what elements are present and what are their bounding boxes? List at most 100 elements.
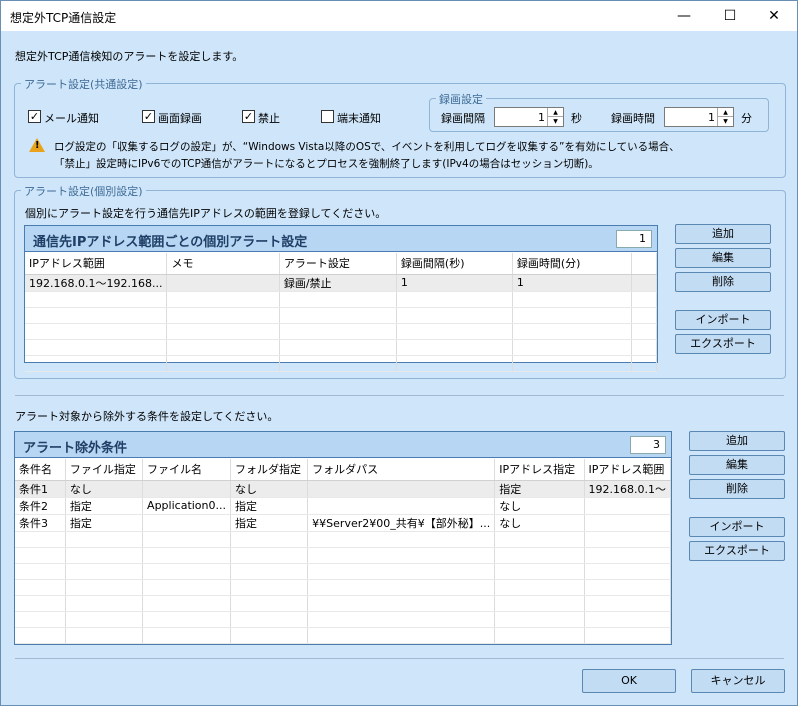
exclude-count: 3 bbox=[630, 436, 666, 454]
table-cell: 指定 bbox=[230, 497, 309, 515]
table-cell: 1 bbox=[512, 274, 632, 292]
individual-panel-title: 通信先IPアドレス範囲ごとの個別アラート設定 bbox=[33, 235, 308, 250]
column-header[interactable]: メモ bbox=[166, 253, 280, 275]
column-header[interactable]: ファイル指定 bbox=[65, 459, 144, 481]
table-cell: 指定 bbox=[494, 480, 585, 498]
record-duration-label: 録画時間 bbox=[611, 112, 655, 125]
table-cell: 録画/禁止 bbox=[279, 274, 397, 292]
spin-up-icon[interactable]: ▲ bbox=[718, 108, 733, 117]
table-row[interactable]: 192.168.0.1～192.168... 録画/禁止 1 1 bbox=[25, 274, 658, 292]
column-header[interactable]: ファイル名 bbox=[142, 459, 231, 481]
exclude-delete-button[interactable]: 削除 bbox=[689, 479, 785, 499]
prohibit-label: 禁止 bbox=[258, 112, 280, 125]
column-header[interactable]: フォルダパス bbox=[307, 459, 496, 481]
table-cell bbox=[307, 480, 496, 498]
table-cell: 条件1 bbox=[15, 480, 66, 498]
column-header[interactable]: 録画時間(分) bbox=[512, 253, 632, 275]
table-row bbox=[15, 595, 671, 612]
spin-up-icon[interactable]: ▲ bbox=[548, 108, 563, 117]
warning-line-2: 「禁止」設定時にIPv6でのTCP通信がアラートになるとプロセスを強制終了します… bbox=[54, 158, 599, 170]
table-cell: 192.168.0.1～ bbox=[584, 480, 671, 498]
table-cell: 指定 bbox=[65, 497, 144, 515]
record-settings-legend: 録画設定 bbox=[436, 91, 486, 107]
exclude-panel-title: アラート除外条件 bbox=[23, 441, 128, 456]
individual-import-button[interactable]: インポート bbox=[675, 310, 771, 330]
table-row[interactable]: 条件3 指定 指定 ¥¥Server2¥00_共有¥【部外秘】... なし bbox=[15, 514, 671, 532]
record-interval-spinner[interactable]: 1 ▲ ▼ bbox=[494, 107, 564, 127]
table-cell: なし bbox=[230, 480, 309, 498]
table-cell: 1 bbox=[396, 274, 513, 292]
column-header[interactable]: IPアドレス指定 bbox=[494, 459, 585, 481]
individual-delete-button[interactable]: 削除 bbox=[675, 272, 771, 292]
close-icon[interactable]: ✕ bbox=[751, 1, 797, 31]
separator bbox=[15, 395, 784, 396]
spin-down-icon[interactable]: ▼ bbox=[548, 117, 563, 126]
table-row bbox=[25, 307, 658, 324]
column-header[interactable]: 条件名 bbox=[15, 459, 66, 481]
prohibit-checkbox[interactable]: ✓ bbox=[242, 110, 255, 123]
table-cell bbox=[584, 514, 671, 532]
individual-add-button[interactable]: 追加 bbox=[675, 224, 771, 244]
mail-notify-checkbox[interactable]: ✓ bbox=[28, 110, 41, 123]
table-cell: なし bbox=[494, 497, 585, 515]
terminal-notify-checkbox[interactable] bbox=[321, 110, 334, 123]
table-cell: Application0... bbox=[142, 497, 231, 515]
table-cell: なし bbox=[494, 514, 585, 532]
exclude-edit-button[interactable]: 編集 bbox=[689, 455, 785, 475]
exclude-panel-header: アラート除外条件 3 bbox=[15, 432, 671, 458]
intro-text: 想定外TCP通信検知のアラートを設定します。 bbox=[15, 50, 244, 63]
table-row bbox=[15, 627, 671, 644]
exclude-import-button[interactable]: インポート bbox=[689, 517, 785, 537]
table-cell bbox=[307, 497, 496, 515]
exclude-table[interactable]: 条件名 ファイル指定 ファイル名 フォルダ指定 フォルダパス IPアドレス指定 … bbox=[15, 459, 671, 644]
column-header[interactable]: アラート設定 bbox=[279, 253, 397, 275]
record-interval-unit: 秒 bbox=[571, 112, 582, 125]
record-duration-unit: 分 bbox=[741, 112, 752, 125]
cancel-button[interactable]: キャンセル bbox=[691, 669, 785, 693]
column-header[interactable]: フォルダ指定 bbox=[230, 459, 309, 481]
column-header[interactable]: IPアドレス範囲 bbox=[25, 253, 168, 275]
ok-button[interactable]: OK bbox=[582, 669, 676, 693]
table-row bbox=[15, 531, 671, 548]
table-cell: 条件2 bbox=[15, 497, 66, 515]
table-row[interactable]: 条件2 指定 Application0... 指定 なし bbox=[15, 497, 671, 515]
table-row bbox=[25, 291, 658, 308]
column-header[interactable]: IPアドレス範囲 bbox=[584, 459, 671, 481]
column-header[interactable]: 録画間隔(秒) bbox=[396, 253, 513, 275]
individual-count: 1 bbox=[616, 230, 652, 248]
table-cell: 条件3 bbox=[15, 514, 66, 532]
separator bbox=[15, 658, 784, 659]
individual-export-button[interactable]: エクスポート bbox=[675, 334, 771, 354]
individual-edit-button[interactable]: 編集 bbox=[675, 248, 771, 268]
individual-panel-header: 通信先IPアドレス範囲ごとの個別アラート設定 1 bbox=[25, 226, 657, 252]
table-row bbox=[15, 563, 671, 580]
table-row[interactable]: 条件1 なし なし 指定 192.168.0.1～ bbox=[15, 480, 671, 498]
screen-record-checkbox[interactable]: ✓ bbox=[142, 110, 155, 123]
spin-down-icon[interactable]: ▼ bbox=[718, 117, 733, 126]
table-row bbox=[25, 339, 658, 356]
terminal-notify-label: 端末通知 bbox=[337, 112, 381, 125]
table-cell bbox=[142, 514, 231, 532]
table-row bbox=[25, 355, 658, 372]
individual-settings-legend: アラート設定(個別設定) bbox=[21, 183, 146, 199]
exclude-export-button[interactable]: エクスポート bbox=[689, 541, 785, 561]
record-duration-spinner[interactable]: 1 ▲ ▼ bbox=[664, 107, 734, 127]
table-row bbox=[15, 611, 671, 628]
table-cell: 指定 bbox=[65, 514, 144, 532]
table-row bbox=[15, 547, 671, 564]
table-cell bbox=[142, 480, 231, 498]
mail-notify-label: メール通知 bbox=[44, 112, 99, 125]
minimize-icon[interactable]: — bbox=[661, 1, 707, 31]
exclude-desc: アラート対象から除外する条件を設定してください。 bbox=[15, 410, 279, 423]
maximize-icon[interactable]: ☐ bbox=[707, 1, 753, 31]
record-interval-label: 録画間隔 bbox=[441, 112, 485, 125]
dialog-window: 想定外TCP通信設定 — ☐ ✕ 想定外TCP通信検知のアラートを設定します。 … bbox=[0, 0, 798, 706]
record-duration-value: 1 bbox=[708, 111, 715, 124]
window-title: 想定外TCP通信設定 bbox=[10, 11, 117, 25]
table-cell bbox=[584, 497, 671, 515]
individual-desc: 個別にアラート設定を行う通信先IPアドレスの範囲を登録してください。 bbox=[25, 207, 387, 220]
exclude-add-button[interactable]: 追加 bbox=[689, 431, 785, 451]
individual-table[interactable]: IPアドレス範囲 メモ アラート設定 録画間隔(秒) 録画時間(分) 192.1… bbox=[25, 253, 658, 372]
title-bar: 想定外TCP通信設定 — ☐ ✕ bbox=[1, 1, 797, 31]
table-row bbox=[25, 323, 658, 340]
